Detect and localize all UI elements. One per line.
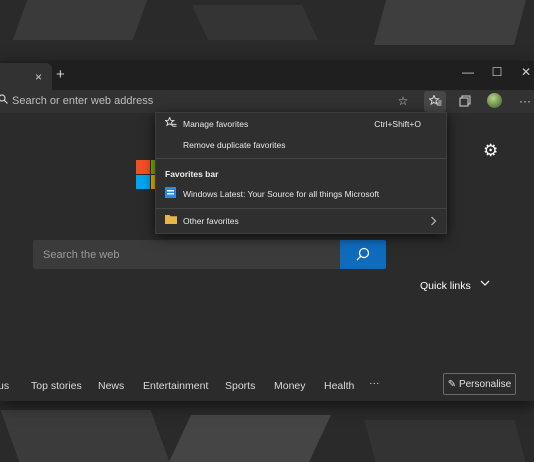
news-tab-sports[interactable]: Sports: [225, 380, 255, 392]
web-search-input[interactable]: [43, 240, 333, 269]
camo-shape: [373, 0, 527, 45]
logo-square-blue: [136, 175, 150, 189]
tab-close-button[interactable]: ×: [35, 70, 42, 84]
chevron-right-icon: [430, 213, 437, 229]
profile-avatar[interactable]: [487, 93, 502, 108]
news-tab-entertainment[interactable]: Entertainment: [143, 380, 208, 392]
favorites-icon: [164, 116, 177, 131]
pencil-icon: ✎: [447, 379, 457, 390]
quick-links-label[interactable]: Quick links: [420, 280, 471, 292]
menu-item-favorite-link[interactable]: Windows Latest: Your Source for all thin…: [156, 184, 446, 205]
folder-icon: [165, 214, 177, 227]
news-tab-health[interactable]: Health: [324, 380, 354, 392]
logo-square-red: [136, 160, 150, 174]
news-tab-money[interactable]: Money: [274, 380, 306, 392]
new-tab-button[interactable]: +: [56, 66, 65, 83]
menu-item-manage-favorites[interactable]: Manage favorites Ctrl+Shift+O: [156, 114, 446, 135]
web-search-button[interactable]: [340, 240, 386, 269]
browser-tab[interactable]: ×: [0, 63, 52, 90]
add-favorite-star-icon[interactable]: ☆: [392, 91, 414, 112]
microsoft-logo: [136, 160, 165, 192]
site-favicon-icon: [165, 187, 176, 201]
news-tab-top-stories[interactable]: Top stories: [31, 380, 82, 392]
search-icon: [356, 247, 370, 261]
camo-shape: [191, 5, 319, 40]
menu-separator: [156, 208, 446, 209]
title-bar: × + — ☐ ✕: [0, 61, 534, 90]
menu-separator: [156, 158, 446, 159]
search-icon: [0, 93, 8, 107]
news-tab-news[interactable]: News: [98, 380, 124, 392]
personalise-button[interactable]: ✎ Personalise: [443, 373, 516, 395]
minimize-button[interactable]: —: [454, 65, 482, 85]
camo-shape: [364, 420, 526, 462]
menu-item-other-favorites[interactable]: Other favorites: [156, 211, 446, 232]
web-search-box: [33, 240, 341, 269]
favorites-bar-heading: Favorites bar: [165, 169, 219, 179]
news-more-icon[interactable]: ···: [369, 377, 380, 389]
menu-item-remove-duplicates[interactable]: Remove duplicate favorites: [156, 135, 446, 156]
address-bar-input[interactable]: [12, 91, 392, 111]
news-tab-partial[interactable]: us: [0, 380, 9, 392]
camo-shape: [12, 0, 148, 40]
favorite-link-label: Windows Latest: Your Source for all thin…: [183, 189, 380, 199]
manage-favorites-label: Manage favorites: [183, 119, 249, 129]
gear-icon[interactable]: ⚙: [483, 141, 498, 161]
favorites-menu: Manage favorites Ctrl+Shift+O Remove dup…: [155, 112, 447, 234]
other-favorites-label: Other favorites: [183, 216, 239, 226]
remove-duplicates-label: Remove duplicate favorites: [183, 140, 286, 150]
camo-shape: [169, 415, 331, 462]
personalise-label: Personalise: [458, 379, 512, 390]
more-options-icon[interactable]: ···: [514, 91, 534, 112]
address-toolbar: ☆ ···: [0, 90, 534, 113]
maximize-button[interactable]: ☐: [483, 65, 511, 85]
collections-icon[interactable]: [454, 91, 476, 112]
manage-favorites-shortcut: Ctrl+Shift+O: [374, 119, 421, 129]
favorites-icon[interactable]: [424, 91, 446, 112]
camo-shape: [0, 410, 170, 462]
chevron-down-icon[interactable]: [480, 279, 490, 290]
close-window-button[interactable]: ✕: [512, 65, 534, 85]
